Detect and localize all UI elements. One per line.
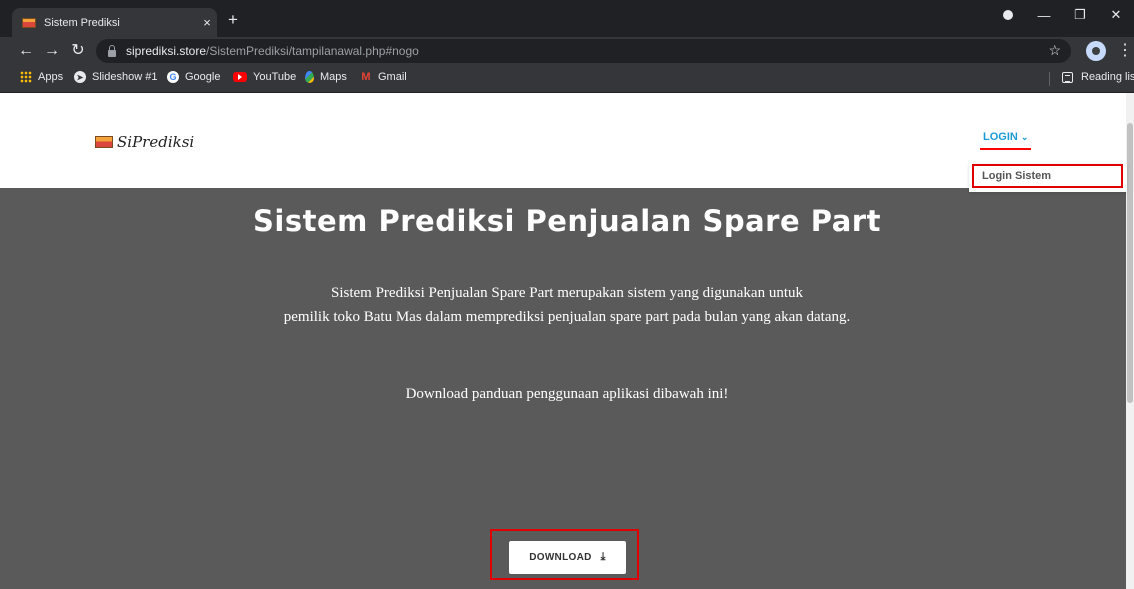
browser-tab[interactable]: Sistem Prediksi ×	[12, 8, 217, 37]
bookmark-maps[interactable]: Maps	[305, 71, 347, 83]
bookmarks-divider	[1049, 72, 1050, 86]
url-text: siprediksi.store/SistemPrediksi/tampilan…	[126, 44, 419, 58]
site-header: SiPrediksi LOGIN ⌄ Login Sistem	[0, 93, 1127, 192]
reload-button[interactable]: ↻	[68, 41, 88, 61]
bookmark-label: Maps	[320, 71, 347, 83]
bookmark-label: Google	[185, 71, 221, 83]
maps-icon	[305, 71, 314, 83]
site-brand[interactable]: SiPrediksi	[95, 133, 194, 151]
lock-icon[interactable]	[108, 44, 116, 57]
media-dot-icon	[1003, 9, 1013, 20]
apps-icon	[20, 71, 32, 83]
url-host: siprediksi.store	[126, 44, 207, 58]
bookmark-label: Apps	[38, 71, 64, 83]
hero-description: Sistem Prediksi Penjualan Spare Part mer…	[0, 281, 1134, 329]
bookmark-apps[interactable]: Apps	[20, 71, 63, 83]
login-dropdown-menu: Login Sistem	[969, 164, 1127, 192]
tab-title: Sistem Prediksi	[44, 16, 120, 29]
download-label: DOWNLOAD	[529, 552, 592, 563]
bookmark-label: YouTube	[253, 71, 297, 83]
bookmark-star-icon[interactable]: ☆	[1048, 42, 1061, 59]
minimize-button[interactable]: —	[1026, 8, 1062, 23]
brand-logo-icon	[95, 136, 113, 148]
hero-description-line: pemilik toko Batu Mas dalam memprediksi …	[283, 309, 851, 325]
hero-description-line: Sistem Prediksi Penjualan Spare Part mer…	[330, 285, 803, 301]
page-viewport: SiPrediksi LOGIN ⌄ Login Sistem Sistem Pr…	[0, 93, 1134, 589]
login-menu-toggle[interactable]: LOGIN ⌄	[983, 131, 1028, 143]
login-highlight-underline	[980, 148, 1031, 150]
page-scrollbar[interactable]	[1126, 93, 1134, 589]
bookmark-google[interactable]: G Google	[167, 71, 220, 83]
menu-item-login-sistem[interactable]: Login Sistem	[972, 164, 1123, 188]
tab-close-icon[interactable]: ×	[197, 15, 217, 30]
address-bar[interactable]: siprediksi.store/SistemPrediksi/tampilan…	[96, 39, 1071, 63]
media-control-button[interactable]	[990, 8, 1026, 23]
forward-button[interactable]: →	[42, 41, 62, 61]
profile-avatar-icon[interactable]	[1086, 41, 1106, 61]
chevron-down-icon: ⌄	[1020, 132, 1029, 142]
bookmark-slideshow[interactable]: ➤ Slideshow #1	[74, 71, 157, 83]
new-tab-button[interactable]: +	[223, 10, 243, 30]
reading-list-label: Reading list	[1081, 71, 1134, 83]
reading-list-icon	[1062, 71, 1073, 83]
bookmark-label: Gmail	[378, 71, 407, 83]
bookmark-gmail[interactable]: M Gmail	[360, 71, 407, 83]
reading-list-button[interactable]: Reading list	[1062, 71, 1134, 83]
gmail-icon: M	[361, 71, 371, 83]
browser-toolbar: ← → ↻ siprediksi.store/SistemPrediksi/ta…	[0, 37, 1134, 65]
brand-name: SiPrediksi	[117, 133, 195, 151]
youtube-icon	[233, 72, 247, 82]
hero-title: Sistem Prediksi Penjualan Spare Part	[253, 204, 881, 238]
login-label: LOGIN	[983, 131, 1018, 143]
download-icon: ⤓	[600, 551, 606, 563]
bookmark-youtube[interactable]: YouTube	[233, 71, 296, 83]
download-note: Download panduan penggunaan aplikasi dib…	[405, 386, 729, 402]
site-favicon-icon	[22, 17, 36, 28]
scrollbar-thumb[interactable]	[1127, 123, 1133, 403]
download-button[interactable]: DOWNLOAD ⤓	[509, 541, 626, 574]
back-button[interactable]: ←	[16, 41, 36, 61]
url-path: /SistemPrediksi/tampilanawal.php#nogo	[206, 44, 419, 58]
bookmark-label: Slideshow #1	[92, 71, 158, 83]
browser-menu-icon[interactable]: ⋮	[1117, 41, 1133, 61]
window-controls: — ❐ ✕	[990, 0, 1134, 30]
restore-button[interactable]: ❐	[1062, 7, 1098, 23]
close-window-button[interactable]: ✕	[1098, 7, 1134, 23]
bookmarks-bar: Apps ➤ Slideshow #1 G Google YouTube Map…	[0, 65, 1134, 93]
google-icon: G	[167, 71, 179, 83]
slideshow-icon: ➤	[74, 71, 86, 83]
browser-titlebar: Sistem Prediksi × + — ❐ ✕	[0, 0, 1134, 37]
